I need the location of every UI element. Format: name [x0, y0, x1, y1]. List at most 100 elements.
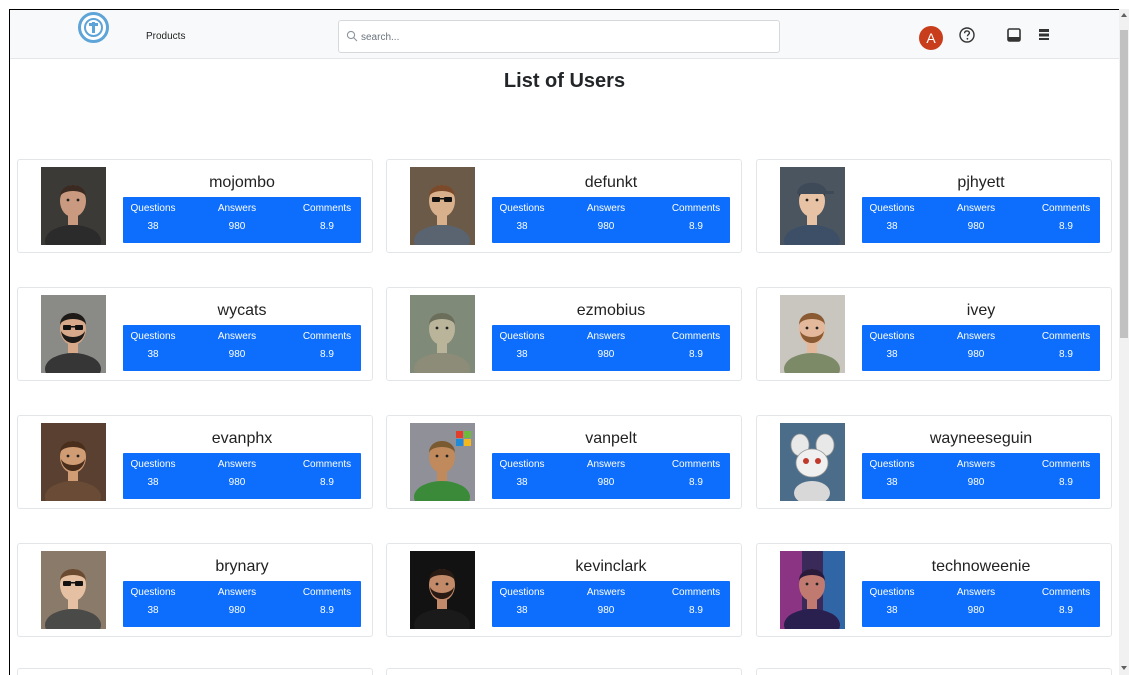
comments-value: 8.9 — [689, 477, 703, 488]
user-stats: Questions 38 Answers 980 Comments 8.9 — [862, 197, 1100, 243]
comments-stat: Comments 8.9 — [287, 325, 367, 364]
questions-label: Questions — [130, 587, 176, 598]
comments-label: Comments — [1041, 331, 1091, 342]
menu-icon[interactable] — [1034, 25, 1054, 45]
user-photo[interactable] — [410, 295, 475, 373]
user-card-partial[interactable] — [756, 668, 1112, 675]
inbox-icon[interactable] — [1004, 25, 1024, 45]
user-card[interactable]: mojombo Questions 38 Answers 980 Comment… — [17, 159, 373, 253]
window-border-left — [9, 9, 10, 675]
answers-label: Answers — [586, 203, 626, 214]
user-name[interactable]: brynary — [123, 558, 361, 576]
nav-products-link[interactable]: Products — [146, 31, 185, 42]
user-card[interactable]: wycats Questions 38 Answers 980 Comments… — [17, 287, 373, 381]
questions-stat: Questions 38 — [113, 325, 193, 364]
comments-value: 8.9 — [320, 477, 334, 488]
user-name[interactable]: ivey — [862, 302, 1100, 320]
user-photo[interactable] — [41, 295, 106, 373]
questions-label: Questions — [869, 587, 915, 598]
user-name[interactable]: vanpelt — [492, 430, 730, 448]
user-name[interactable]: ezmobius — [492, 302, 730, 320]
user-card[interactable]: vanpelt Questions 38 Answers 980 Comment… — [386, 415, 742, 509]
questions-value: 38 — [147, 605, 159, 616]
user-card[interactable]: defunkt Questions 38 Answers 980 Comment… — [386, 159, 742, 253]
user-card-partial[interactable] — [386, 668, 742, 675]
answers-stat: Answers 980 — [197, 581, 277, 620]
user-name[interactable]: mojombo — [123, 174, 361, 192]
answers-value: 980 — [597, 221, 615, 232]
comments-value: 8.9 — [320, 349, 334, 360]
answers-stat: Answers 980 — [936, 197, 1016, 236]
answers-stat: Answers 980 — [936, 325, 1016, 364]
comments-stat: Comments 8.9 — [1026, 197, 1106, 236]
user-card[interactable]: ivey Questions 38 Answers 980 Comments 8… — [756, 287, 1112, 381]
search-icon — [346, 30, 358, 42]
user-card-partial[interactable] — [17, 668, 373, 675]
comments-stat: Comments 8.9 — [287, 453, 367, 492]
user-photo[interactable] — [780, 167, 845, 245]
user-card[interactable]: ezmobius Questions 38 Answers 980 Commen… — [386, 287, 742, 381]
comments-value: 8.9 — [689, 221, 703, 232]
answers-value: 980 — [597, 477, 615, 488]
answers-value: 980 — [967, 221, 985, 232]
user-name[interactable]: wycats — [123, 302, 361, 320]
user-name[interactable]: technoweenie — [862, 558, 1100, 576]
questions-stat: Questions 38 — [852, 453, 932, 492]
questions-stat: Questions 38 — [852, 325, 932, 364]
answers-value: 980 — [597, 605, 615, 616]
comments-label: Comments — [671, 203, 721, 214]
user-name[interactable]: evanphx — [123, 430, 361, 448]
user-photo[interactable] — [410, 423, 475, 501]
comments-label: Comments — [302, 459, 352, 470]
user-photo[interactable] — [41, 551, 106, 629]
comments-stat: Comments 8.9 — [287, 197, 367, 236]
answers-value: 980 — [228, 605, 246, 616]
answers-label: Answers — [586, 587, 626, 598]
questions-stat: Questions 38 — [482, 581, 562, 620]
user-card[interactable]: technoweenie Questions 38 Answers 980 Co… — [756, 543, 1112, 637]
user-card[interactable]: kevinclark Questions 38 Answers 980 Comm… — [386, 543, 742, 637]
user-avatar[interactable]: A — [919, 26, 943, 50]
search-box[interactable] — [338, 20, 780, 53]
user-card[interactable]: brynary Questions 38 Answers 980 Comment… — [17, 543, 373, 637]
scroll-thumb[interactable] — [1120, 30, 1128, 338]
user-name[interactable]: defunkt — [492, 174, 730, 192]
user-stats: Questions 38 Answers 980 Comments 8.9 — [123, 581, 361, 627]
scroll-up-arrow[interactable] — [1121, 13, 1127, 17]
questions-value: 38 — [886, 221, 898, 232]
user-card[interactable]: pjhyett Questions 38 Answers 980 Comment… — [756, 159, 1112, 253]
user-card[interactable]: wayneeseguin Questions 38 Answers 980 Co… — [756, 415, 1112, 509]
questions-value: 38 — [147, 221, 159, 232]
questions-label: Questions — [499, 331, 545, 342]
user-name[interactable]: wayneeseguin — [862, 430, 1100, 448]
questions-value: 38 — [886, 349, 898, 360]
answers-stat: Answers 980 — [566, 581, 646, 620]
comments-label: Comments — [1041, 587, 1091, 598]
user-photo[interactable] — [780, 295, 845, 373]
comments-stat: Comments 8.9 — [656, 581, 736, 620]
user-photo[interactable] — [410, 551, 475, 629]
search-input[interactable] — [361, 28, 761, 46]
comments-label: Comments — [1041, 203, 1091, 214]
answers-stat: Answers 980 — [197, 325, 277, 364]
scrollbar[interactable] — [1119, 9, 1129, 675]
comments-value: 8.9 — [320, 221, 334, 232]
user-photo[interactable] — [410, 167, 475, 245]
user-card[interactable]: evanphx Questions 38 Answers 980 Comment… — [17, 415, 373, 509]
questions-value: 38 — [147, 477, 159, 488]
questions-value: 38 — [886, 605, 898, 616]
user-photo[interactable] — [41, 423, 106, 501]
answers-label: Answers — [217, 587, 257, 598]
user-name[interactable]: kevinclark — [492, 558, 730, 576]
questions-label: Questions — [499, 459, 545, 470]
answers-label: Answers — [586, 331, 626, 342]
answers-stat: Answers 980 — [566, 453, 646, 492]
logo-icon[interactable] — [78, 12, 109, 43]
user-photo[interactable] — [780, 551, 845, 629]
user-photo[interactable] — [780, 423, 845, 501]
help-icon[interactable] — [957, 25, 977, 45]
user-photo[interactable] — [41, 167, 106, 245]
comments-label: Comments — [1041, 459, 1091, 470]
user-name[interactable]: pjhyett — [862, 174, 1100, 192]
scroll-down-arrow[interactable] — [1121, 666, 1127, 670]
